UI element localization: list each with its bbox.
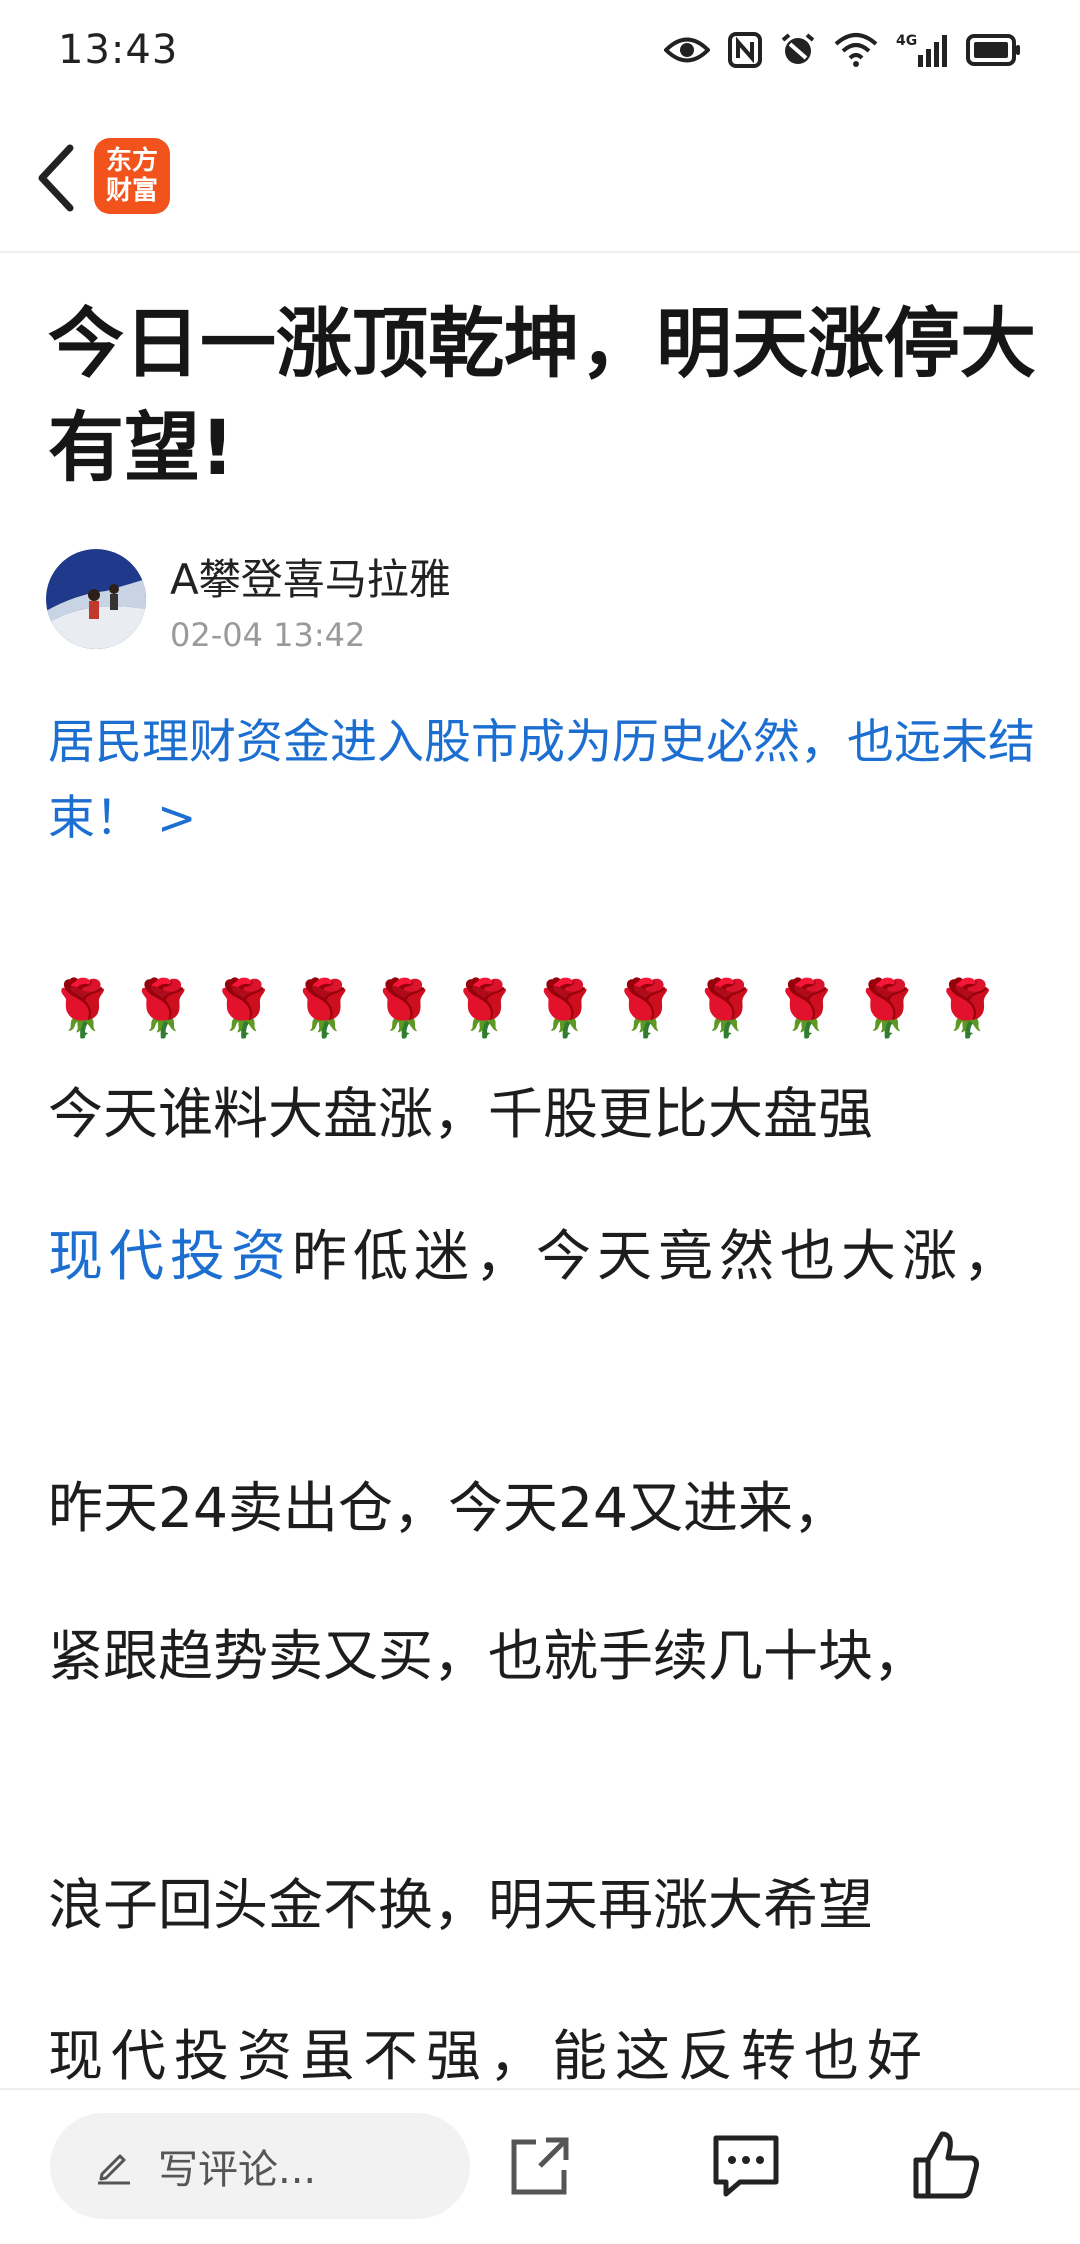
comments-button[interactable] (706, 2126, 786, 2206)
wifi-icon (834, 33, 878, 67)
logo-line-2: 财富 (105, 176, 158, 206)
body-paragraph-4: 紧跟趋势卖又买，也就手续几十块， (48, 1624, 929, 1688)
chevron-left-icon (38, 144, 74, 212)
comment-input[interactable]: 写评论... (50, 2113, 470, 2219)
avatar-image (46, 549, 146, 649)
pen-icon (98, 2154, 130, 2185)
article-title: 今日一涨顶乾坤，明天涨停大有望! (48, 299, 1036, 492)
status-time: 13:43 (58, 27, 179, 73)
comments-icon (713, 2135, 779, 2197)
battery-icon (966, 34, 1020, 66)
bottom-action-bar: 写评论... (0, 2088, 1080, 2244)
status-bar: 13:43 4G (0, 0, 1080, 100)
status-icons: 4G (664, 31, 1022, 69)
body-paragraph-2: 现代投资昨低迷，今天竟然也大涨， (48, 1203, 1038, 1309)
signal-icon: 4G (896, 33, 947, 67)
roses-emoji: 🌹🌹🌹🌹🌹🌹🌹🌹🌹🌹🌹🌹 (48, 976, 1014, 1040)
app-logo[interactable]: 东方 财富 (94, 138, 170, 214)
like-icon (913, 2131, 979, 2199)
network-label: 4G (896, 33, 917, 49)
body-paragraph-3: 昨天24卖出仓，今天24又进来， (48, 1476, 848, 1540)
eye-icon (664, 37, 710, 63)
body-line-1: 今天谁料大盘涨，千股更比大盘强 (48, 1082, 874, 1146)
comment-placeholder: 写评论... (158, 2147, 317, 2193)
nfc-icon (728, 32, 762, 68)
share-icon (511, 2137, 569, 2195)
logo-line-1: 东方 (105, 146, 158, 176)
body-paragraph-5: 浪子回头金不换，明天再涨大希望 (48, 1873, 874, 1937)
alarm-icon (781, 33, 815, 64)
share-button[interactable] (500, 2126, 580, 2206)
author-name[interactable]: A攀登喜马拉雅 (170, 546, 451, 607)
related-article-link[interactable]: 居民理财资金进入股市成为历史必然，也远未结束！ > (48, 705, 1038, 857)
stock-link[interactable]: 现代投资 (48, 1224, 292, 1288)
nav-bar: 东方 财富 (0, 100, 1080, 253)
author-avatar[interactable] (46, 549, 146, 649)
like-button[interactable] (906, 2126, 986, 2206)
back-button[interactable] (26, 140, 86, 216)
body-paragraph-1: 🌹🌹🌹🌹🌹🌹🌹🌹🌹🌹🌹🌹 今天谁料大盘涨，千股更比大盘强 (48, 955, 1038, 1167)
post-time: 02-04 13:42 (170, 616, 366, 654)
body-line-2: 昨低迷，今天竟然也大涨， (292, 1224, 1025, 1288)
